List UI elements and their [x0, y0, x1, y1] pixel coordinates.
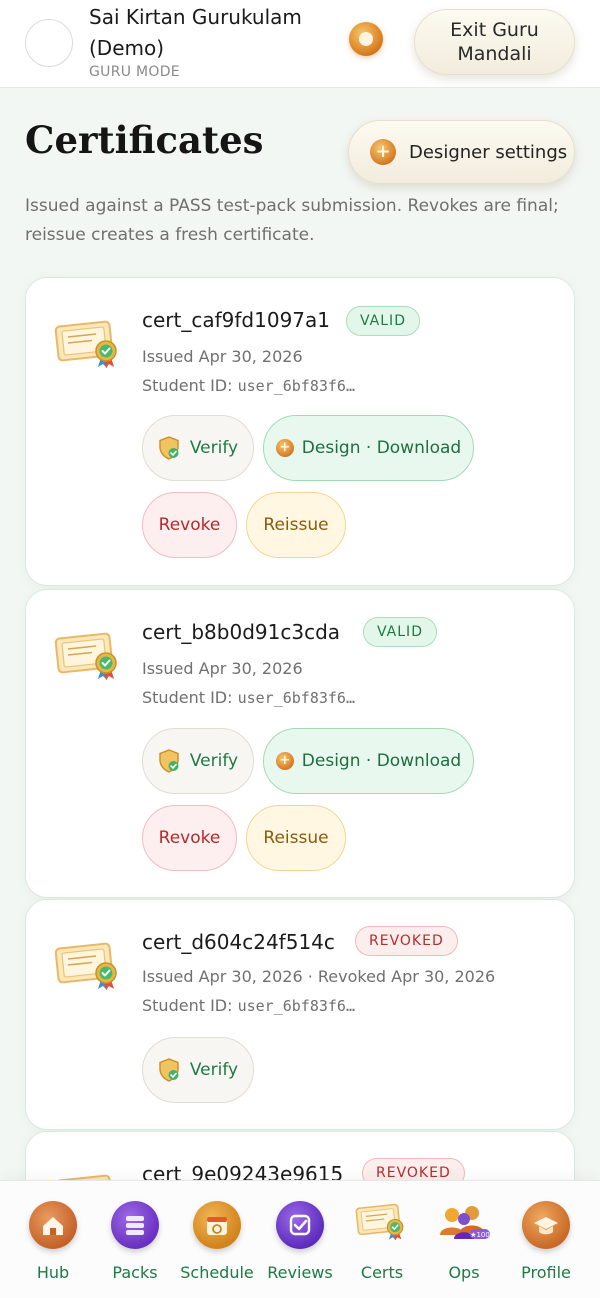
coin-badge-icon[interactable]: [349, 22, 383, 56]
revoke-button[interactable]: Revoke: [142, 805, 237, 871]
student-id-value: user_6bf83f6…: [237, 997, 355, 1015]
verify-button[interactable]: Verify: [142, 1037, 254, 1103]
design-download-button[interactable]: Design · Download: [263, 415, 474, 481]
student-id-label: Student ID:: [142, 996, 238, 1015]
nav-item-profile[interactable]: Profile: [503, 1181, 589, 1298]
stack-icon: [111, 1201, 159, 1249]
status-badge: VALID: [363, 617, 437, 647]
nav-item-certs[interactable]: Certs: [339, 1181, 425, 1298]
team-icon: ★100: [440, 1206, 490, 1239]
certificate-icon: [54, 630, 124, 680]
status-badge: VALID: [346, 306, 420, 336]
issued-date: Issued Apr 30, 2026: [142, 659, 303, 678]
home-icon: [29, 1201, 77, 1249]
nav-item-ops[interactable]: ★100 Ops: [421, 1181, 507, 1298]
issued-date: Issued Apr 30, 2026 · Revoked Apr 30, 20…: [142, 967, 496, 986]
nav-label: Reviews: [267, 1263, 333, 1282]
reissue-button[interactable]: Reissue: [246, 492, 346, 558]
designer-settings-button[interactable]: Designer settings: [348, 120, 575, 184]
top-bar: Sai Kirtan Gurukulam (Demo) GURU MODE Ex…: [0, 0, 600, 88]
org-name: Sai Kirtan Gurukulam (Demo): [89, 5, 302, 60]
design-download-label: Design · Download: [301, 438, 462, 458]
design-download-button[interactable]: Design · Download: [263, 728, 474, 794]
nav-item-packs[interactable]: Packs: [92, 1181, 178, 1298]
calendar-icon: [193, 1201, 241, 1249]
certificate-card: cert_b8b0d91c3cda VALID Issued Apr 30, 2…: [25, 589, 575, 898]
certificate-icon: [54, 318, 124, 368]
verify-label: Verify: [189, 438, 239, 458]
student-id-label: Student ID:: [142, 688, 238, 707]
student-id-row: Student ID: user_6bf83f6…: [142, 996, 355, 1015]
plus-coin-icon: [275, 752, 294, 770]
student-id-value: user_6bf83f6…: [237, 689, 355, 707]
issued-date: Issued Apr 30, 2026: [142, 347, 303, 366]
nav-label: Packs: [112, 1263, 158, 1282]
certificate-icon: [355, 1201, 409, 1241]
nav-item-reviews[interactable]: Reviews: [257, 1181, 343, 1298]
reissue-button[interactable]: Reissue: [246, 805, 346, 871]
exit-guru-mandali-button[interactable]: Exit Guru Mandali: [414, 9, 575, 75]
nav-label: Certs: [360, 1263, 404, 1282]
certificate-card: cert_caf9fd1097a1 VALID Issued Apr 30, 2…: [25, 277, 575, 586]
verify-button[interactable]: Verify: [142, 728, 254, 794]
student-id-row: Student ID: user_6bf83f6…: [142, 376, 355, 395]
nav-item-hub[interactable]: Hub: [10, 1181, 96, 1298]
nav-label: Schedule: [180, 1263, 254, 1282]
student-id-row: Student ID: user_6bf83f6…: [142, 688, 355, 707]
checkbox-icon: [276, 1201, 324, 1249]
shield-check-icon: [158, 749, 180, 773]
page-title: Certificates: [25, 118, 264, 162]
verify-label: Verify: [189, 1060, 239, 1080]
bottom-navigation: Hub Packs Schedule Reviews Certs ★100 Op…: [0, 1180, 600, 1298]
nav-label: Hub: [36, 1263, 70, 1282]
svg-text:★100: ★100: [470, 1231, 490, 1239]
nav-label: Ops: [448, 1263, 480, 1282]
nav-label: Profile: [521, 1263, 571, 1282]
student-id-label: Student ID:: [142, 376, 238, 395]
page-subtitle: Issued against a PASS test-pack submissi…: [25, 196, 559, 245]
certificate-id: cert_d604c24f514c: [142, 930, 335, 954]
plus-coin-icon: [275, 439, 294, 457]
plus-coin-icon: [370, 139, 396, 165]
status-badge: REVOKED: [355, 926, 458, 956]
avatar[interactable]: [25, 19, 73, 67]
design-download-label: Design · Download: [301, 751, 462, 771]
verify-label: Verify: [189, 751, 239, 771]
certificate-card: cert_d604c24f514c REVOKED Issued Apr 30,…: [25, 899, 575, 1130]
shield-check-icon: [158, 1058, 180, 1082]
shield-check-icon: [158, 436, 180, 460]
nav-item-schedule[interactable]: Schedule: [174, 1181, 260, 1298]
certificate-id: cert_caf9fd1097a1: [142, 308, 330, 332]
revoke-button[interactable]: Revoke: [142, 492, 237, 558]
graduation-cap-icon: [522, 1201, 570, 1249]
student-id-value: user_6bf83f6…: [237, 377, 355, 395]
verify-button[interactable]: Verify: [142, 415, 254, 481]
designer-settings-label: Designer settings: [409, 141, 568, 163]
certificate-id: cert_b8b0d91c3cda: [142, 620, 341, 644]
mode-label: GURU MODE: [89, 64, 180, 80]
certificate-icon: [54, 940, 124, 990]
